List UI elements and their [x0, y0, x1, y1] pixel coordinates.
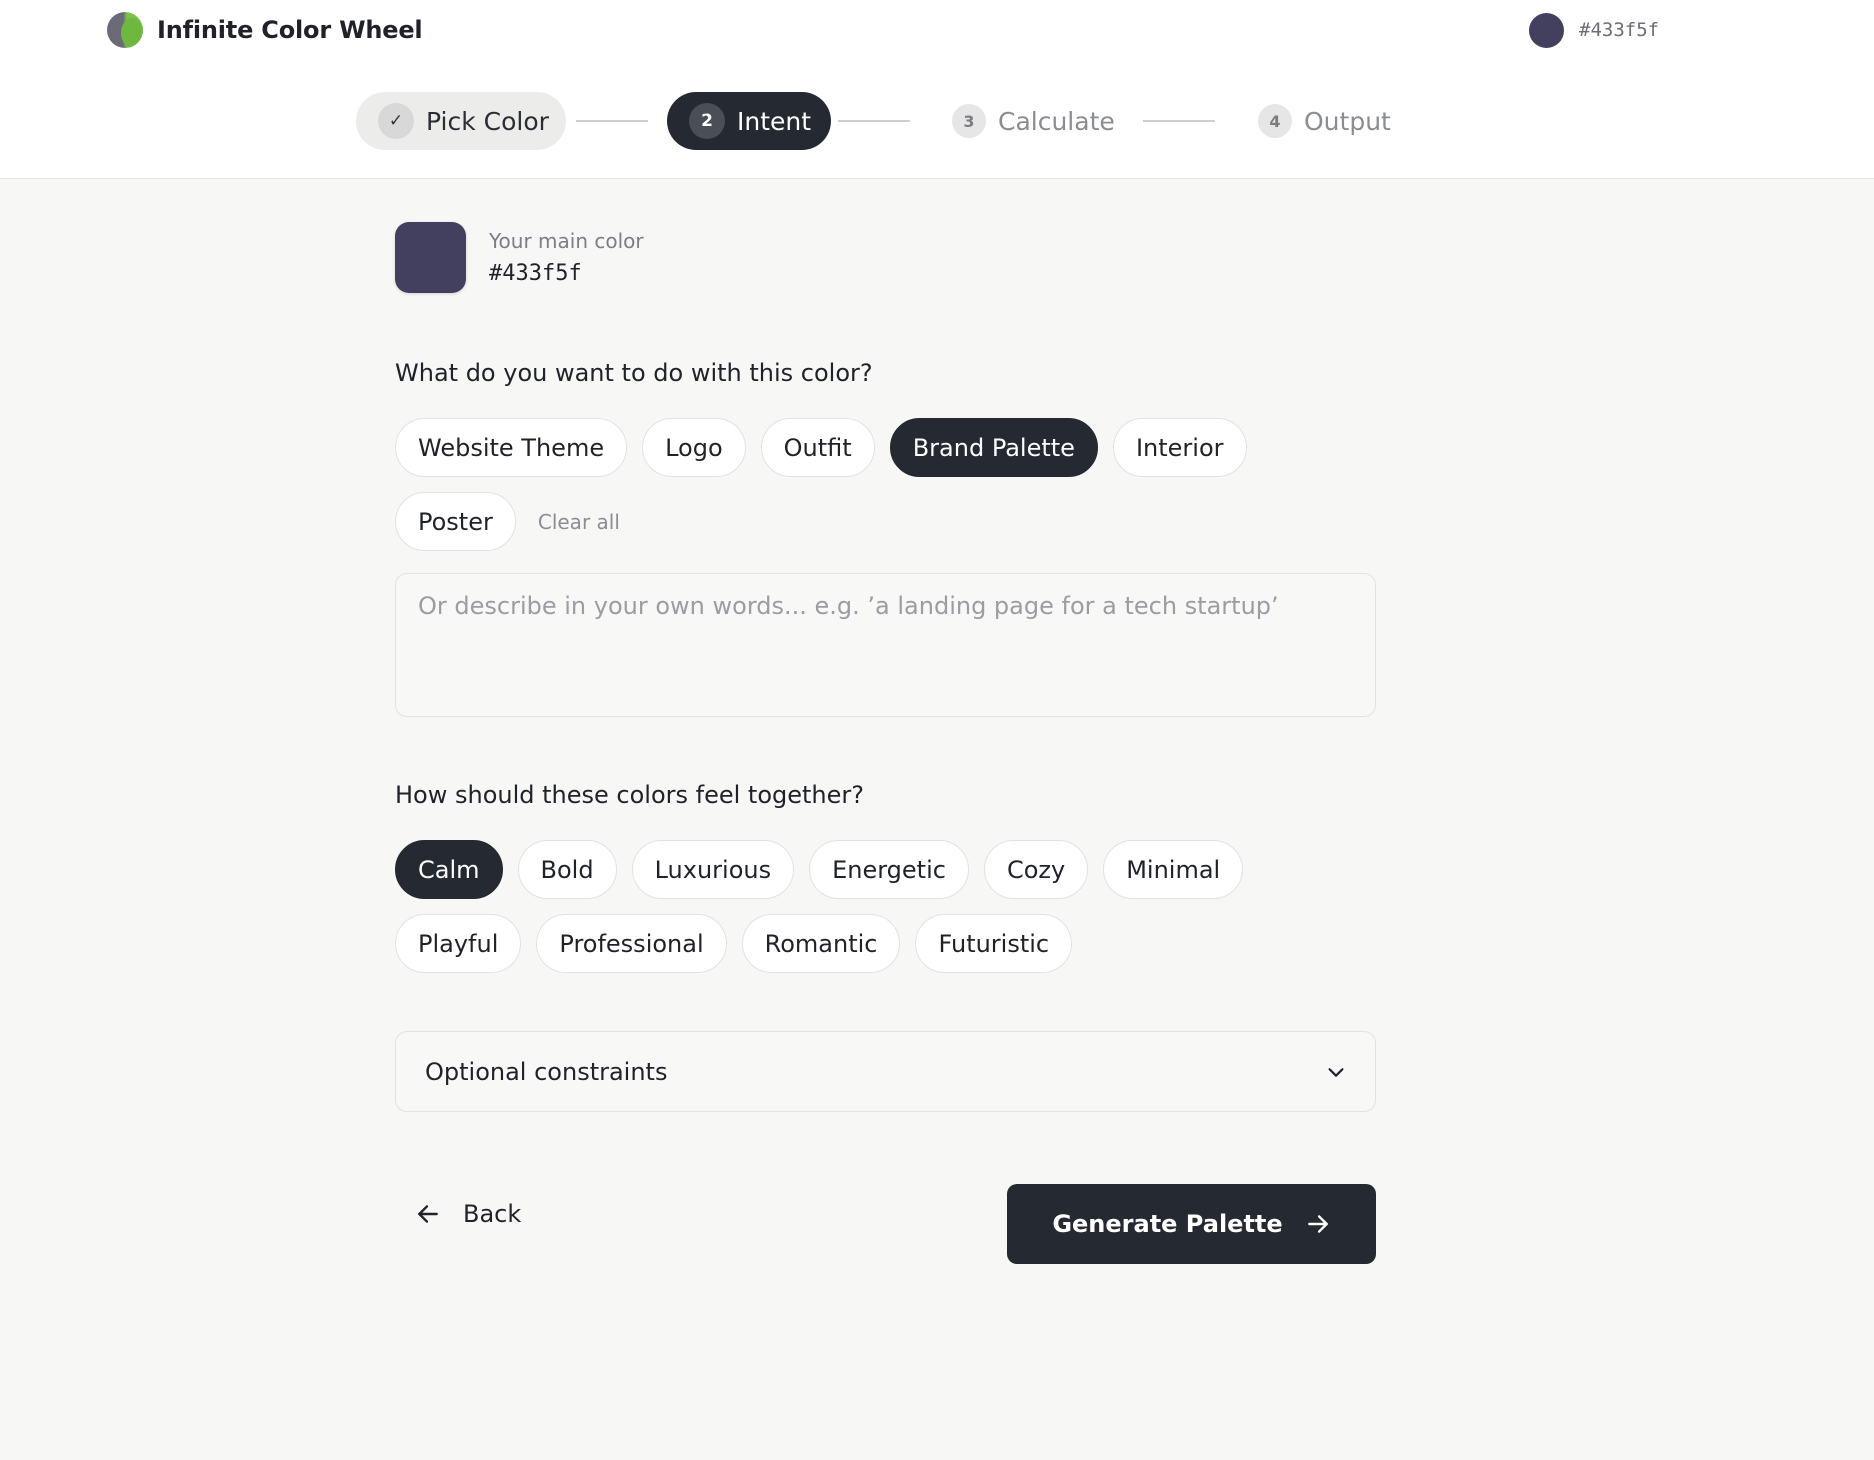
feel-chip-futuristic[interactable]: Futuristic: [915, 914, 1073, 973]
step-intent[interactable]: 2 Intent: [667, 92, 831, 150]
color-wheel-logo-icon: [107, 12, 143, 48]
intent-question: What do you want to do with this color?: [395, 359, 873, 387]
optional-constraints-toggle[interactable]: Optional constraints: [395, 1031, 1376, 1112]
current-color-dot: [1529, 12, 1564, 48]
feel-chip-playful[interactable]: Playful: [395, 914, 522, 973]
clear-all-link[interactable]: Clear all: [538, 510, 620, 534]
step-connector: [1143, 120, 1215, 122]
step-label: Intent: [737, 106, 812, 136]
check-icon: ✓: [378, 103, 414, 139]
step-number: 3: [952, 104, 986, 138]
intent-chip-website-theme[interactable]: Website Theme: [395, 418, 628, 477]
arrow-left-icon: [418, 1205, 438, 1223]
step-label: Calculate: [998, 106, 1115, 136]
intent-chip-interior[interactable]: Interior: [1112, 418, 1247, 477]
intent-form: Your main color #433f5f What do you want…: [395, 222, 1376, 1264]
intent-description-input[interactable]: Or describe in your own words... e.g. ’a…: [395, 573, 1376, 717]
step-label: Pick Color: [426, 106, 549, 136]
main-color-swatch: [395, 222, 466, 293]
feel-chip-calm[interactable]: Calm: [395, 840, 503, 899]
app-title: Infinite Color Wheel: [157, 16, 423, 44]
generate-palette-label: Generate Palette: [1052, 1210, 1283, 1238]
back-button[interactable]: Back: [415, 1184, 521, 1244]
intent-chip-poster[interactable]: Poster: [395, 492, 516, 551]
generate-palette-button[interactable]: Generate Palette: [1007, 1184, 1376, 1264]
current-color-indicator[interactable]: #433f5f: [1529, 12, 1659, 48]
step-connector: [576, 120, 648, 122]
step-label: Output: [1304, 106, 1391, 136]
step-connector: [838, 120, 910, 122]
feel-chip-cozy[interactable]: Cozy: [983, 840, 1089, 899]
feel-chip-luxurious[interactable]: Luxurious: [631, 840, 795, 899]
main-color-card: Your main color #433f5f: [395, 222, 1376, 293]
feel-options: Calm Bold Luxurious Energetic Cozy Minim…: [395, 840, 1376, 973]
main-color-info: Your main color #433f5f: [489, 229, 644, 286]
intent-chip-outfit[interactable]: Outfit: [760, 418, 875, 477]
feel-chip-energetic[interactable]: Energetic: [809, 840, 969, 899]
step-number: 2: [689, 103, 725, 139]
progress-stepper: ✓ Pick Color 2 Intent 3 Calculate 4 Outp…: [356, 92, 1396, 150]
intent-description-placeholder: Or describe in your own words... e.g. ’a…: [418, 592, 1279, 620]
step-output[interactable]: 4 Output: [1258, 92, 1391, 150]
step-pick-color[interactable]: ✓ Pick Color: [356, 92, 566, 150]
step-number: 4: [1258, 104, 1292, 138]
feel-chip-minimal[interactable]: Minimal: [1103, 840, 1244, 899]
feel-chip-romantic[interactable]: Romantic: [741, 914, 901, 973]
main-color-caption: Your main color: [489, 229, 644, 253]
top-bar: Infinite Color Wheel #433f5f ✓ Pick Colo…: [0, 0, 1874, 179]
app-brand[interactable]: Infinite Color Wheel: [107, 12, 423, 48]
arrow-right-icon: [1305, 1211, 1331, 1237]
feel-chip-professional[interactable]: Professional: [536, 914, 727, 973]
intent-chip-brand-palette[interactable]: Brand Palette: [889, 418, 1098, 477]
current-color-hex: #433f5f: [1579, 19, 1660, 41]
optional-constraints-label: Optional constraints: [425, 1057, 668, 1086]
chevron-down-icon: [1328, 1067, 1344, 1077]
step-calculate[interactable]: 3 Calculate: [952, 92, 1115, 150]
feel-chip-bold[interactable]: Bold: [517, 840, 617, 899]
intent-chip-logo[interactable]: Logo: [642, 418, 746, 477]
intent-options: Website Theme Logo Outfit Brand Palette …: [395, 418, 1376, 551]
back-button-label: Back: [463, 1200, 522, 1228]
feel-question: How should these colors feel together?: [395, 781, 865, 809]
main-color-hex: #433f5f: [489, 261, 582, 286]
